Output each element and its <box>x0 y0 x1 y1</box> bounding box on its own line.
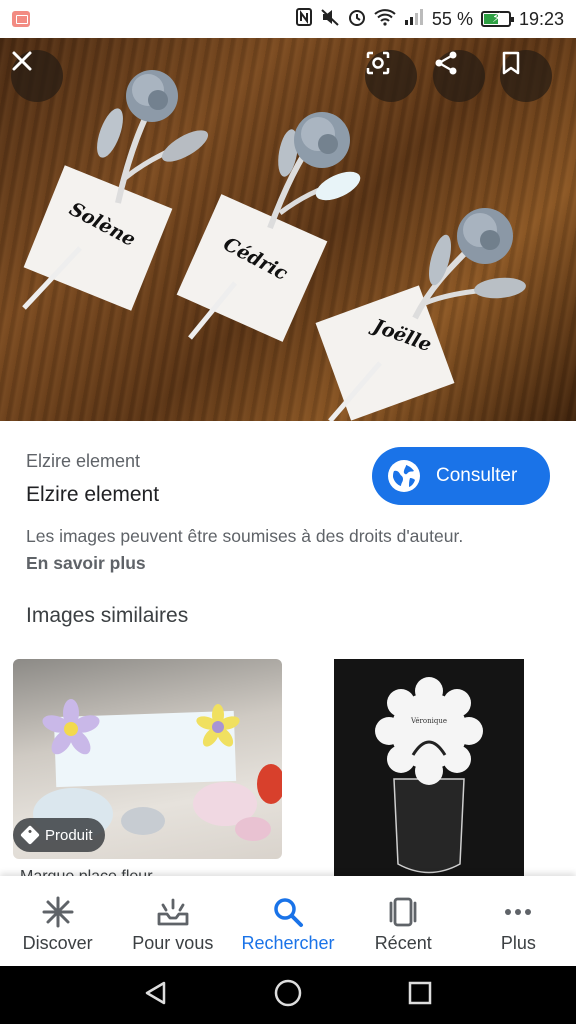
source-site-small[interactable]: Elzire element <box>26 451 140 472</box>
clock: 19:23 <box>518 8 564 29</box>
back-icon[interactable] <box>142 979 170 1012</box>
notification-icon <box>12 11 30 27</box>
mute-icon <box>320 8 340 30</box>
learn-more-link[interactable]: En savoir plus <box>26 553 146 574</box>
nav-recent[interactable]: Récent <box>346 876 461 966</box>
system-navigation-bar <box>0 966 576 1024</box>
asterisk-icon <box>42 895 74 929</box>
overview-icon[interactable] <box>406 979 434 1012</box>
tag-icon <box>20 825 40 845</box>
nav-discover[interactable]: Discover <box>0 876 115 966</box>
nav-plus[interactable]: Plus <box>461 876 576 966</box>
signal-icon <box>404 8 424 30</box>
source-title[interactable]: Elzire element <box>26 483 159 507</box>
place-cards-photo: Solène Cédric Joëlle <box>22 70 526 421</box>
battery-percent: 55 % <box>431 8 473 29</box>
bookmark-button[interactable] <box>500 50 552 102</box>
alarm-icon <box>348 8 366 30</box>
glass-placecard-thumbnail: Véronique <box>375 677 483 874</box>
home-icon[interactable] <box>273 978 303 1013</box>
nav-pour-vous[interactable]: Pour vous <box>115 876 230 966</box>
search-icon <box>272 895 304 929</box>
share-button[interactable] <box>433 50 485 102</box>
nfc-icon <box>295 8 312 30</box>
similar-image-2[interactable]: Véronique <box>294 659 563 881</box>
battery-icon: ⚡ <box>480 10 514 27</box>
recent-icon <box>386 895 420 929</box>
hero-image[interactable]: Solène Cédric Joëlle <box>0 38 576 421</box>
product-badge: Produit <box>13 818 105 852</box>
nav-label: Rechercher <box>241 932 335 953</box>
consult-button[interactable]: Consulter <box>372 447 550 505</box>
copyright-notice: Les images peuvent être soumises à des d… <box>26 526 464 546</box>
similar-images-heading: Images similaires <box>26 604 189 627</box>
consult-label: Consulter <box>436 465 518 486</box>
nav-rechercher[interactable]: Rechercher <box>230 876 345 966</box>
nav-label: Discover <box>22 932 93 953</box>
globe-icon <box>388 460 420 492</box>
inbox-icon <box>156 895 190 929</box>
bottom-navigation: Discover Pour vous Rechercher Récent Plu… <box>0 876 576 966</box>
more-icon <box>502 895 534 929</box>
lens-button[interactable] <box>365 50 417 102</box>
product-badge-label: Produit <box>45 826 93 844</box>
close-button[interactable] <box>11 50 63 102</box>
wifi-icon <box>374 8 396 30</box>
status-bar: 55 % ⚡ 19:23 <box>0 0 576 38</box>
nav-label: Pour vous <box>132 932 214 953</box>
nav-label: Plus <box>500 932 536 953</box>
glass-card-name: Véronique <box>410 717 447 725</box>
nav-label: Récent <box>374 932 432 953</box>
